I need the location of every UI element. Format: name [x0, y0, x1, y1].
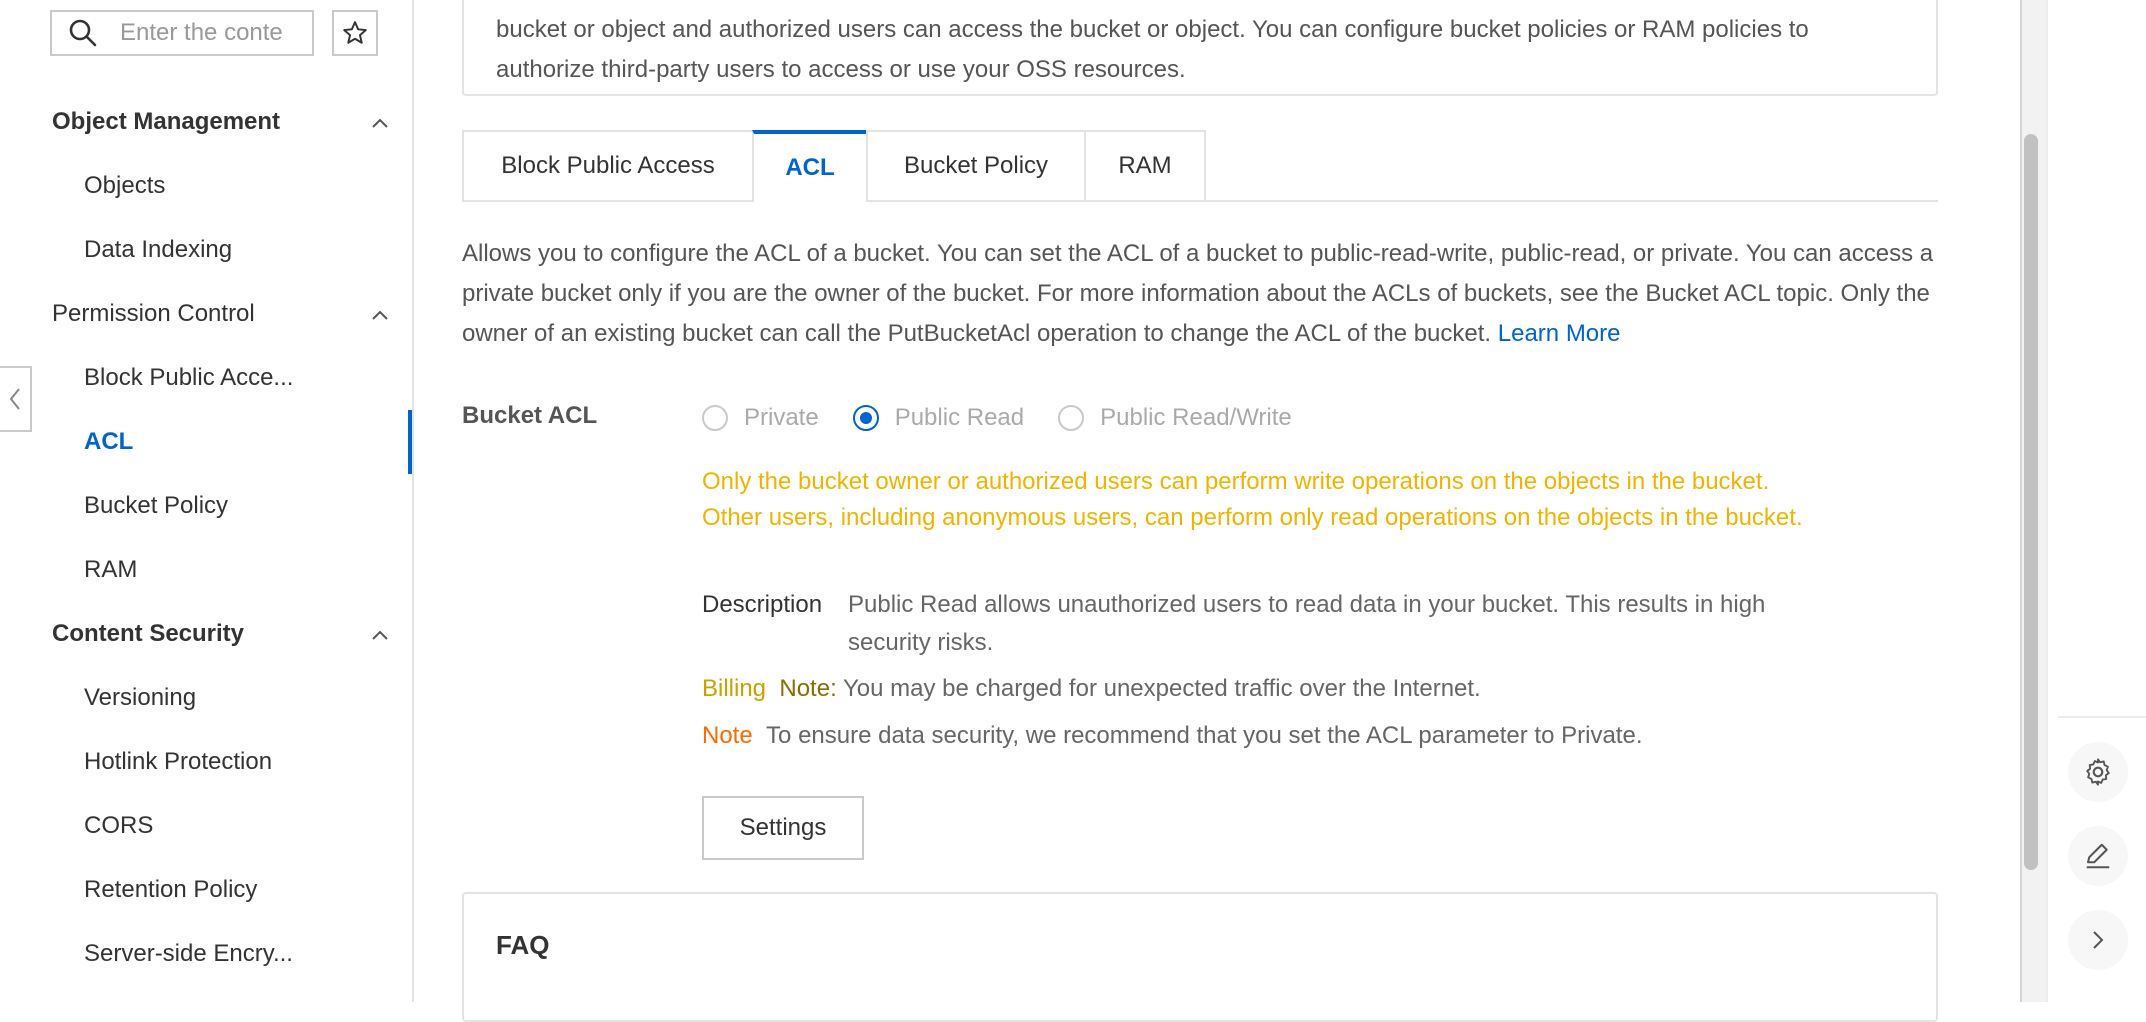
tab-bucket-policy[interactable]: Bucket Policy	[866, 130, 1086, 202]
sidebar: Object Management Objects Data Indexing …	[0, 0, 414, 1002]
search-box[interactable]	[50, 10, 314, 56]
chevron-up-icon[interactable]	[370, 308, 390, 322]
search-icon	[69, 19, 97, 47]
radio-public-read[interactable]: Public Read	[852, 404, 1025, 432]
billing-note-label: Note:	[779, 675, 837, 702]
radio-circle[interactable]	[1058, 405, 1085, 431]
radio-public-read-write[interactable]: Public Read/Write	[1058, 404, 1292, 432]
billing-value: You may be charged for unexpected traffi…	[842, 675, 1481, 702]
sidebar-item-versioning[interactable]: Versioning	[84, 684, 196, 712]
learn-more-link[interactable]: Learn More	[1498, 320, 1621, 347]
intro-card: bucket or object and authorized users ca…	[462, 0, 1938, 96]
sidebar-item-retention-policy[interactable]: Retention Policy	[84, 876, 257, 904]
edit-tool-button[interactable]	[2068, 826, 2128, 886]
chevron-up-icon[interactable]	[370, 628, 390, 642]
acl-description: Allows you to configure the ACL of a buc…	[462, 234, 1942, 354]
favorite-button[interactable]	[332, 10, 378, 56]
chevron-up-icon[interactable]	[370, 116, 390, 130]
search-input[interactable]	[120, 19, 300, 47]
sidebar-item-bucket-policy[interactable]: Bucket Policy	[84, 492, 228, 520]
radio-label: Public Read	[894, 404, 1025, 431]
expand-panel-button[interactable]	[2068, 910, 2128, 970]
sidebar-collapse-button[interactable]	[0, 366, 32, 432]
gear-icon	[2086, 758, 2110, 786]
sidebar-item-data-indexing[interactable]: Data Indexing	[84, 236, 232, 264]
intro-line: authorize third-party users to access or…	[496, 56, 1186, 83]
faq-title: FAQ	[496, 930, 550, 960]
radio-label: Private	[744, 404, 819, 431]
billing-key: Billing	[702, 675, 767, 702]
panel-edge	[2020, 0, 2022, 1002]
group-object-management[interactable]: Object Management	[52, 108, 280, 136]
chevron-left-icon	[9, 388, 20, 410]
sidebar-item-block-public-access[interactable]: Block Public Acce...	[84, 364, 293, 392]
active-indicator	[408, 410, 412, 474]
tab-block-public-access[interactable]: Block Public Access	[462, 130, 754, 202]
note-value: To ensure data security, we recommend th…	[766, 722, 1643, 749]
radio-private[interactable]: Private	[702, 404, 819, 432]
group-content-security[interactable]: Content Security	[52, 620, 244, 648]
note-key: Note	[702, 722, 753, 749]
intro-text: bucket or object and authorized users ca…	[496, 10, 1906, 90]
billing-row: Billing Note: You may be charged for une…	[702, 670, 1481, 708]
sidebar-item-acl[interactable]: ACL	[84, 428, 133, 456]
edit-icon	[2086, 843, 2110, 869]
radio-circle[interactable]	[702, 405, 728, 431]
description-row: Description Public Read allows unauthori…	[702, 586, 1832, 662]
acl-radio-group: Private Public Read Public Read/Write	[702, 404, 1326, 432]
bucket-acl-label: Bucket ACL	[462, 402, 598, 429]
description-text: Allows you to configure the ACL of a buc…	[462, 240, 1934, 347]
tool-divider	[2058, 716, 2146, 718]
radio-circle[interactable]	[852, 405, 879, 431]
intro-line: bucket or object and authorized users ca…	[496, 16, 1809, 43]
group-permission-control[interactable]: Permission Control	[52, 300, 255, 328]
sidebar-item-hotlink-protection[interactable]: Hotlink Protection	[84, 748, 272, 776]
acl-warning-text: Only the bucket owner or authorized user…	[702, 468, 1803, 531]
tab-ram[interactable]: RAM	[1084, 130, 1206, 202]
faq-card: FAQ	[462, 892, 1938, 1022]
sidebar-item-cors[interactable]: CORS	[84, 812, 153, 840]
settings-button[interactable]: Settings	[702, 796, 864, 860]
description-key: Description	[702, 591, 823, 618]
description-value: Public Read allows unauthorized users to…	[848, 591, 1766, 656]
sidebar-item-objects[interactable]: Objects	[84, 172, 165, 200]
note-row: Note To ensure data security, we recomme…	[702, 717, 1642, 755]
sidebar-item-server-side-encryption[interactable]: Server-side Encry...	[84, 940, 293, 968]
chevron-right-icon	[2093, 931, 2104, 949]
sidebar-item-ram[interactable]: RAM	[84, 556, 137, 584]
scrollbar-thumb[interactable]	[2024, 134, 2038, 870]
radio-label: Public Read/Write	[1100, 404, 1292, 431]
settings-tool-button[interactable]	[2068, 742, 2128, 802]
star-icon	[343, 21, 367, 44]
tab-acl[interactable]: ACL	[752, 130, 868, 202]
